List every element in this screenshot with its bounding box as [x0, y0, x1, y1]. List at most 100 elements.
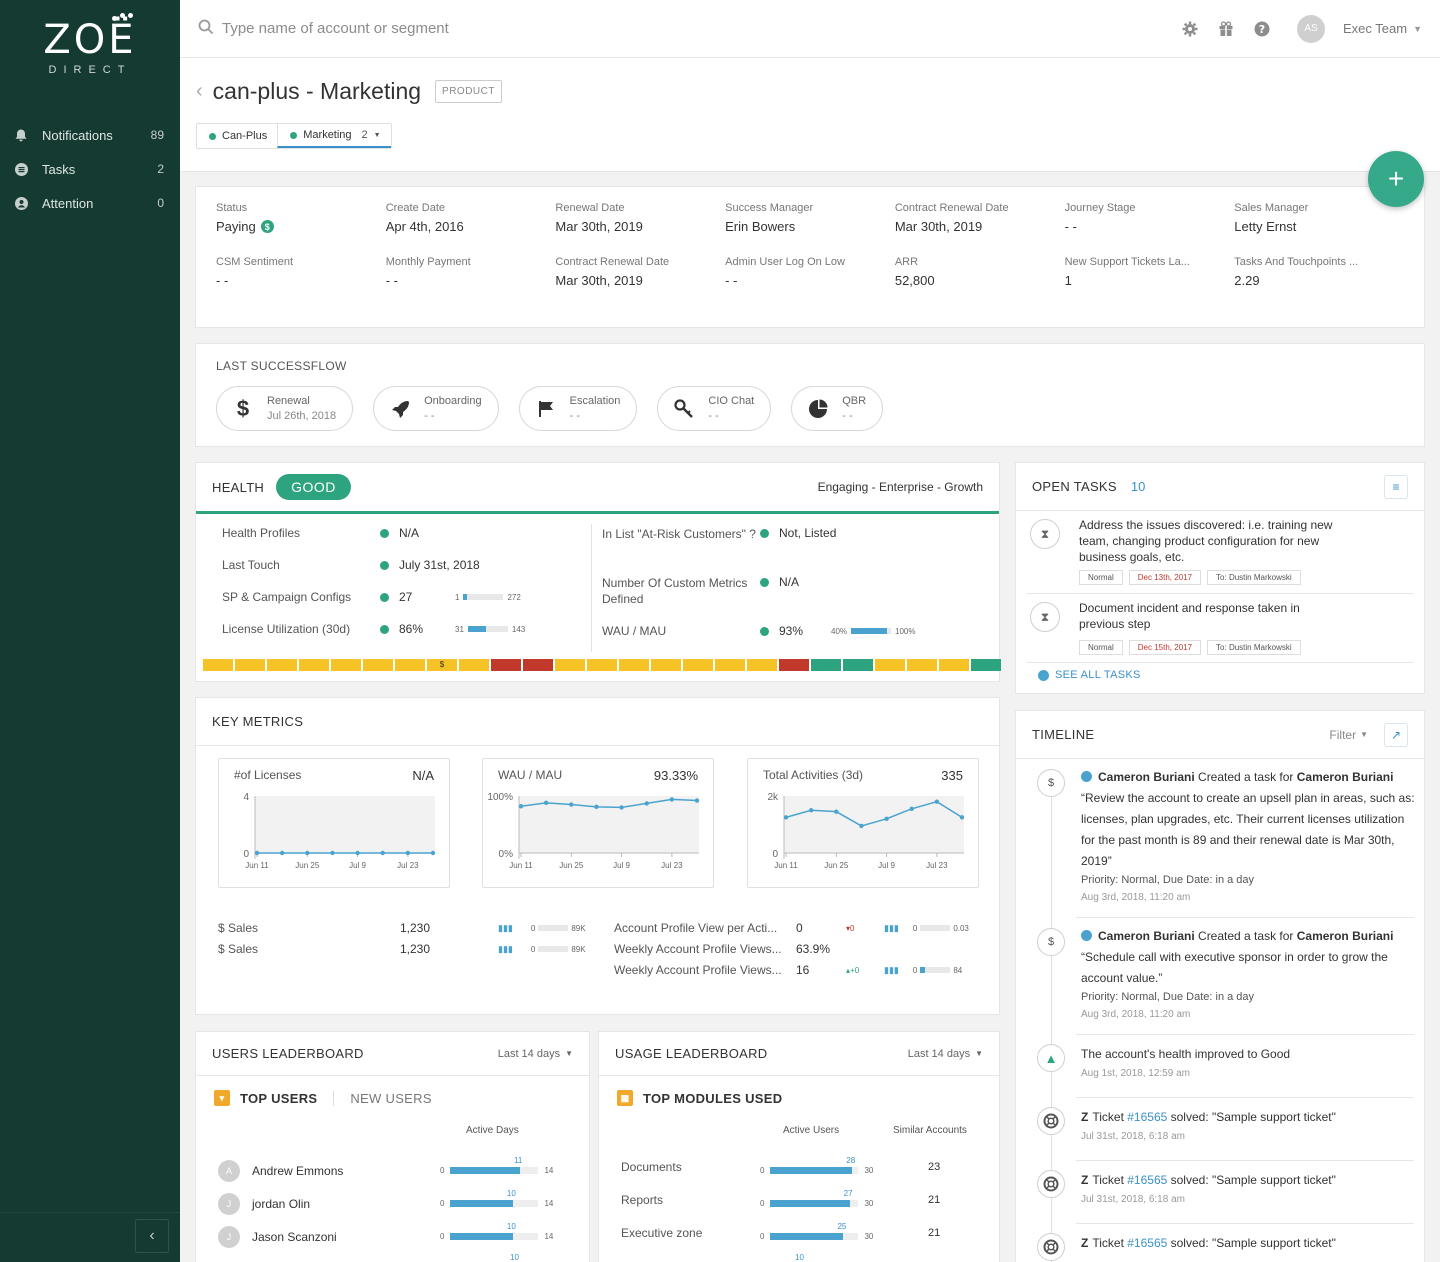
range-fill — [851, 628, 888, 634]
see-all-tasks-link[interactable]: SEE ALL TASKS — [1038, 669, 1141, 681]
leaderboard-module-row[interactable]: Documents — [621, 1160, 682, 1174]
add-button[interactable]: + — [1368, 151, 1424, 207]
metric-row[interactable]: $ Sales 1,230 ▮▮▮ 0 89K — [218, 942, 586, 956]
breadcrumb-item-marketing[interactable]: Marketing 2 ▼ — [277, 124, 391, 148]
timeline-filter[interactable]: Filter ▼ — [1329, 728, 1368, 742]
health-history-cell[interactable] — [907, 659, 937, 671]
search-bar[interactable] — [198, 19, 1181, 39]
health-history-cell[interactable] — [299, 659, 329, 671]
avatar[interactable]: AS — [1297, 14, 1325, 43]
range-max: 14 — [544, 1232, 554, 1241]
tab-top-users[interactable]: ▾ TOP USERS — [214, 1090, 317, 1106]
bar-chart-icon[interactable]: ▮▮▮ — [498, 923, 513, 934]
range-dropdown[interactable]: Last 14 days ▼ — [908, 1048, 983, 1060]
health-history-cell[interactable] — [747, 659, 777, 671]
logo[interactable]: ZOË DIRECT — [0, 0, 180, 96]
health-history-cell[interactable] — [811, 659, 841, 671]
health-history-cell[interactable] — [235, 659, 265, 671]
successflow-onboarding[interactable]: Onboarding - - — [373, 386, 499, 431]
sidebar-item-tasks[interactable]: Tasks 2 — [0, 152, 180, 186]
bar-fill — [770, 1167, 853, 1174]
successflow-qbr[interactable]: QBR - - — [791, 386, 884, 431]
health-history-cell[interactable] — [715, 659, 745, 671]
task-assignee: To: Dustin Markowski — [1207, 640, 1301, 655]
help-icon[interactable]: ? — [1253, 20, 1271, 38]
x-tick-label: Jun 25 — [559, 861, 584, 870]
health-history-cell[interactable] — [363, 659, 393, 671]
users-leaderboard-card: USERS LEADERBOARD Last 14 days ▼ ▾ TOP USE… — [195, 1031, 590, 1262]
search-input[interactable] — [222, 20, 622, 37]
health-history-cell[interactable] — [683, 659, 713, 671]
back-icon[interactable]: ‹ — [196, 80, 203, 103]
health-history-cell[interactable] — [395, 659, 425, 671]
gift-icon[interactable] — [1217, 20, 1235, 38]
range-bar — [538, 946, 569, 952]
status-dot — [380, 560, 389, 570]
x-tick-label: Jul 9 — [349, 861, 366, 870]
timeline-share-button[interactable]: ↗ — [1384, 722, 1408, 747]
successflow-renewal[interactable]: $ Renewal Jul 26th, 2018 — [216, 386, 354, 431]
health-history-cell[interactable] — [331, 659, 361, 671]
collapse-sidebar-button[interactable]: ‹ — [135, 1219, 169, 1253]
gear-icon[interactable] — [1181, 20, 1199, 38]
leaderboard-user-row[interactable]: A Andrew Emmons — [218, 1160, 343, 1182]
successflow-cio-chat[interactable]: CIO Chat - - — [657, 386, 772, 431]
health-history-cell[interactable] — [971, 659, 1001, 671]
metric-value: 63.9% — [796, 942, 831, 956]
health-history-cell[interactable] — [491, 659, 521, 671]
range-max: 30 — [864, 1232, 874, 1241]
range-min: 0 — [912, 923, 918, 933]
health-history-cell[interactable] — [779, 659, 809, 671]
health-history-cell[interactable] — [203, 659, 233, 671]
y-tick-label: 4 — [243, 792, 249, 803]
health-history-cell[interactable]: $ — [427, 659, 457, 671]
health-history-cell[interactable] — [651, 659, 681, 671]
bar-chart-icon[interactable]: ▮▮▮ — [498, 944, 513, 955]
metric-value: 16 — [796, 963, 810, 977]
breadcrumb-item-can-plus[interactable]: Can-Plus — [197, 124, 277, 148]
flag-icon — [534, 397, 558, 421]
metric-row[interactable]: Account Profile View per Acti... 0 ▾0 ▮▮… — [614, 921, 969, 935]
health-history-cell[interactable] — [523, 659, 553, 671]
health-history-cell[interactable] — [555, 659, 585, 671]
health-history-cell[interactable] — [619, 659, 649, 671]
data-point — [305, 850, 310, 856]
info-label: Status — [216, 202, 248, 214]
add-task-button[interactable]: ≡ — [1384, 474, 1408, 499]
user-menu[interactable]: Exec Team ▼ — [1343, 21, 1422, 36]
health-history-cell[interactable] — [939, 659, 969, 671]
range-dropdown[interactable]: Last 14 days ▼ — [498, 1048, 573, 1060]
health-history-cell[interactable] — [459, 659, 489, 671]
meta-value: Normal — [1121, 991, 1157, 1003]
health-history-cell[interactable] — [267, 659, 297, 671]
bar-chart-icon[interactable]: ▮▮▮ — [884, 965, 899, 976]
bar-chart-icon[interactable]: ▮▮▮ — [884, 923, 899, 934]
leaderboard-module-row[interactable]: Reports — [621, 1193, 663, 1207]
tab-top-modules[interactable]: ▦ TOP MODULES USED — [617, 1090, 782, 1106]
metric-row[interactable]: Weekly Account Profile Views... 63.9% — [614, 942, 846, 956]
successflow-title: LAST SUCCESSFLOW — [216, 359, 347, 373]
leaderboard-module-row[interactable]: Executive zone — [621, 1226, 702, 1240]
metric-chart-wau-mau[interactable]: 100% 0% Jun 11 Jun 25 Jul 9 Jul 23 WAU / MAU … — [482, 758, 714, 888]
metric-name: Weekly Account Profile Views... — [614, 942, 782, 956]
bar-track: 10 — [450, 1222, 539, 1240]
leaderboard-user-row[interactable]: Jjordan Olin — [218, 1193, 310, 1215]
info-value-text: Mar 30th, 2019 — [555, 219, 643, 234]
health-history-cell[interactable] — [587, 659, 617, 671]
metric-row[interactable]: Weekly Account Profile Views... 16 ▴+0 ▮… — [614, 963, 962, 977]
sidebar-item-notifications[interactable]: Notifications 89 — [0, 118, 180, 152]
tab-new-users[interactable]: NEW USERS — [333, 1090, 431, 1106]
leaderboard-user-row[interactable]: J Jason Scanzoni — [218, 1226, 337, 1248]
ticket-link[interactable]: #16565 — [1127, 1110, 1167, 1124]
health-history-cell[interactable] — [843, 659, 873, 671]
ticket-link[interactable]: #16565 — [1127, 1236, 1167, 1250]
ticket-link[interactable]: #16565 — [1127, 1173, 1167, 1187]
metric-chart-licenses[interactable]: 4 0 Jun 11 Jun 25 Jul 9 Jul 23 #of Licenses N… — [218, 758, 450, 888]
user-name: Andrew Emmons — [252, 1164, 344, 1178]
successflow-escalation[interactable]: Escalation - - — [518, 386, 638, 431]
health-history-cell[interactable] — [875, 659, 905, 671]
metric-chart-activities[interactable]: 2k 0 Jun 11 Jun 25 Jul 9 Jul 23 Total Activit… — [747, 758, 979, 888]
metric-row[interactable]: $ Sales 1,230 ▮▮▮ 0 89K — [218, 921, 586, 935]
x-tick-label: Jul 23 — [926, 861, 948, 870]
sidebar-item-attention[interactable]: Attention 0 — [0, 186, 180, 220]
